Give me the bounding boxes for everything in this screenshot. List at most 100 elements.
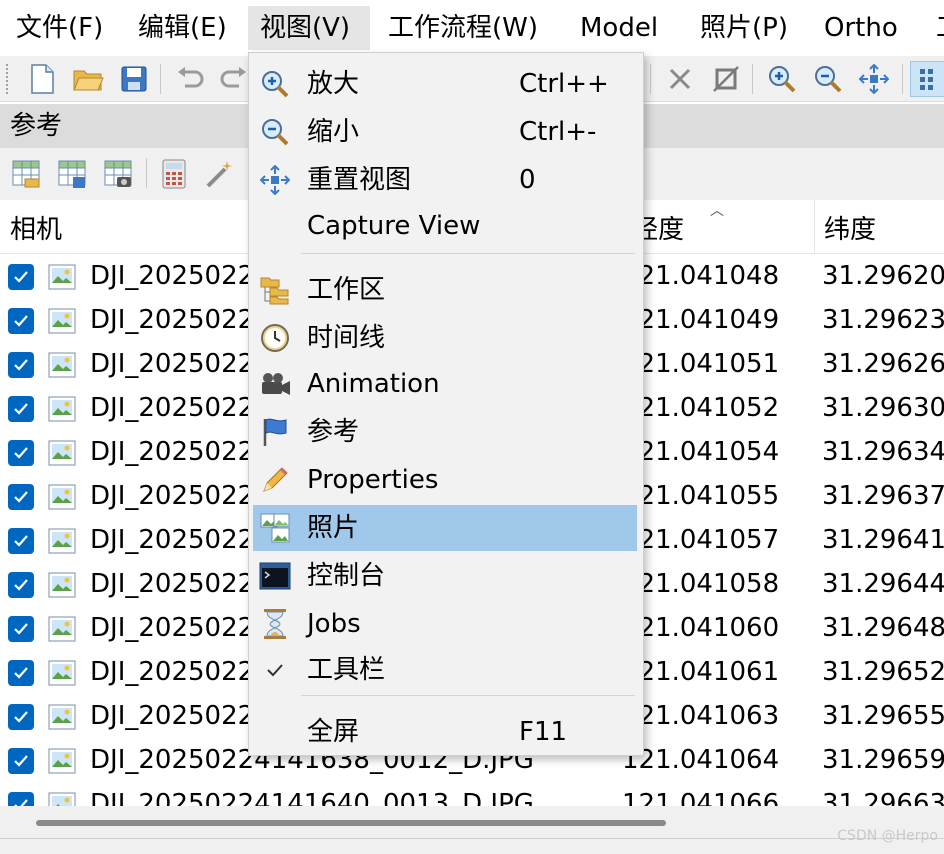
menu-photos[interactable]: 照片(P) bbox=[696, 6, 792, 50]
menu-separator bbox=[301, 695, 635, 696]
export-cameras-icon[interactable] bbox=[54, 156, 90, 192]
view-menu-item[interactable]: 控制台 bbox=[253, 553, 637, 599]
longitude-cell: 121.041054 bbox=[622, 437, 780, 467]
latitude-cell: 31.29655 bbox=[822, 701, 944, 731]
row-checkbox[interactable] bbox=[8, 396, 34, 422]
menu-workflow[interactable]: 工作流程(W) bbox=[384, 6, 542, 50]
view-menu-item[interactable]: 照片 bbox=[253, 505, 637, 551]
latitude-cell: 31.29652 bbox=[822, 657, 944, 687]
menu-item-label: 时间线 bbox=[307, 323, 386, 353]
menu-item-label: Jobs bbox=[307, 609, 361, 639]
longitude-cell: 121.041066 bbox=[622, 789, 780, 806]
view-menu-item[interactable]: Animation bbox=[253, 361, 637, 407]
menu-item-label: Animation bbox=[307, 369, 440, 399]
row-checkbox[interactable] bbox=[8, 704, 34, 730]
menu-view[interactable]: 视图(V) bbox=[248, 6, 370, 50]
row-checkbox[interactable] bbox=[8, 264, 34, 290]
camera-name: DJI_2025022 bbox=[90, 613, 255, 643]
row-checkbox[interactable] bbox=[8, 308, 34, 334]
video-camera-icon bbox=[259, 368, 291, 400]
redo-icon[interactable] bbox=[216, 61, 252, 97]
menu-item-shortcut: F11 bbox=[519, 717, 568, 747]
camera-name: DJI_2025022 bbox=[90, 657, 255, 687]
camera-name: DJI_2025022 bbox=[90, 525, 255, 555]
latitude-cell: 31.29626 bbox=[822, 349, 944, 379]
import-cameras-icon[interactable] bbox=[8, 156, 44, 192]
row-checkbox[interactable] bbox=[8, 572, 34, 598]
menu-ortho[interactable]: Ortho bbox=[820, 6, 902, 50]
image-file-icon bbox=[48, 790, 76, 806]
zoom-in-icon[interactable] bbox=[764, 61, 800, 97]
status-bar bbox=[0, 838, 944, 854]
view-menu-item[interactable]: Jobs bbox=[253, 601, 637, 647]
grid-icon[interactable] bbox=[910, 61, 944, 97]
latitude-cell: 31.29644 bbox=[822, 569, 944, 599]
longitude-cell: 121.041052 bbox=[622, 393, 780, 423]
console-icon bbox=[259, 560, 291, 592]
row-checkbox[interactable] bbox=[8, 660, 34, 686]
view-menu-item[interactable]: 缩小 Ctrl+- bbox=[253, 109, 637, 155]
save-icon[interactable] bbox=[116, 61, 152, 97]
column-header-camera[interactable]: 相机 bbox=[0, 200, 62, 254]
camera-name: DJI_2025022 bbox=[90, 481, 255, 511]
calculator-icon[interactable] bbox=[156, 156, 192, 192]
longitude-cell: 121.041057 bbox=[622, 525, 780, 555]
view-menu-item[interactable]: 时间线 bbox=[253, 315, 637, 361]
camera-name: DJI_2025022 bbox=[90, 393, 255, 423]
menu-edit[interactable]: 编辑(E) bbox=[134, 6, 231, 50]
reset-view-icon[interactable] bbox=[856, 61, 892, 97]
cut-icon[interactable] bbox=[662, 61, 698, 97]
row-checkbox[interactable] bbox=[8, 616, 34, 642]
undo-icon[interactable] bbox=[172, 61, 208, 97]
row-checkbox[interactable] bbox=[8, 528, 34, 554]
menu-item-label: 全屏 bbox=[307, 717, 360, 747]
view-menu-item[interactable]: 工作区 bbox=[253, 267, 637, 313]
timeline-clock-icon bbox=[259, 322, 291, 354]
row-checkbox[interactable] bbox=[8, 484, 34, 510]
latitude-cell: 31.29663 bbox=[822, 789, 944, 806]
view-menu-item[interactable]: 工具栏 bbox=[253, 647, 637, 693]
menu-tools[interactable]: 工 bbox=[932, 6, 944, 50]
menu-model[interactable]: Model bbox=[576, 6, 662, 50]
longitude-cell: 121.041051 bbox=[622, 349, 780, 379]
watermark: CSDN @Herpo bbox=[837, 828, 938, 844]
row-checkbox[interactable] bbox=[8, 440, 34, 466]
row-checkbox[interactable] bbox=[8, 792, 34, 806]
zoom-out-icon[interactable] bbox=[810, 61, 846, 97]
view-menu-item[interactable]: 全屏 F11 bbox=[253, 709, 637, 755]
view-menu-item[interactable]: 重置视图 0 bbox=[253, 157, 637, 203]
latitude-cell: 31.29637 bbox=[822, 481, 944, 511]
open-folder-icon[interactable] bbox=[70, 61, 106, 97]
camera-settings-icon[interactable] bbox=[100, 156, 136, 192]
toolbar-separator bbox=[146, 158, 147, 188]
menu-file[interactable]: 文件(F) bbox=[12, 6, 107, 50]
scrollbar-thumb[interactable] bbox=[36, 820, 666, 826]
view-menu-item[interactable]: Properties bbox=[253, 457, 637, 503]
menu-separator bbox=[301, 253, 635, 254]
camera-name: DJI_2025022 bbox=[90, 701, 255, 731]
menu-item-label: 放大 bbox=[307, 69, 360, 99]
horizontal-scrollbar[interactable] bbox=[0, 806, 944, 838]
latitude-cell: 31.29634 bbox=[822, 437, 944, 467]
view-menu-item[interactable]: 放大 Ctrl++ bbox=[253, 61, 637, 107]
reset-view-icon bbox=[259, 164, 291, 196]
camera-name: DJI_20250224141640_0013_D.JPG bbox=[90, 789, 534, 806]
latitude-cell: 31.29630 bbox=[822, 393, 944, 423]
column-header-latitude[interactable]: 纬度 bbox=[814, 200, 876, 254]
magic-wand-icon[interactable] bbox=[202, 156, 238, 192]
view-menu-item[interactable]: Capture View bbox=[253, 203, 637, 249]
latitude-cell: 31.29659 bbox=[822, 745, 944, 775]
view-menu-dropdown: 放大 Ctrl++ 缩小 Ctrl+- 重置视图 0 Capture View 工作区时间线 A… bbox=[248, 52, 644, 756]
longitude-cell: 121.041063 bbox=[622, 701, 780, 731]
crop-icon[interactable] bbox=[708, 61, 744, 97]
view-menu-item[interactable]: 参考 bbox=[253, 409, 637, 455]
menu-item-label: 控制台 bbox=[307, 561, 386, 591]
row-checkbox[interactable] bbox=[8, 352, 34, 378]
row-checkbox[interactable] bbox=[8, 748, 34, 774]
toolbar-grip[interactable] bbox=[6, 64, 10, 94]
hourglass-icon bbox=[259, 608, 291, 640]
flag-icon bbox=[259, 416, 291, 448]
table-row[interactable]: DJI_20250224141640_0013_D.JPG 121.041066 3… bbox=[0, 782, 944, 806]
workspace-icon bbox=[259, 274, 291, 306]
new-file-icon[interactable] bbox=[24, 61, 60, 97]
